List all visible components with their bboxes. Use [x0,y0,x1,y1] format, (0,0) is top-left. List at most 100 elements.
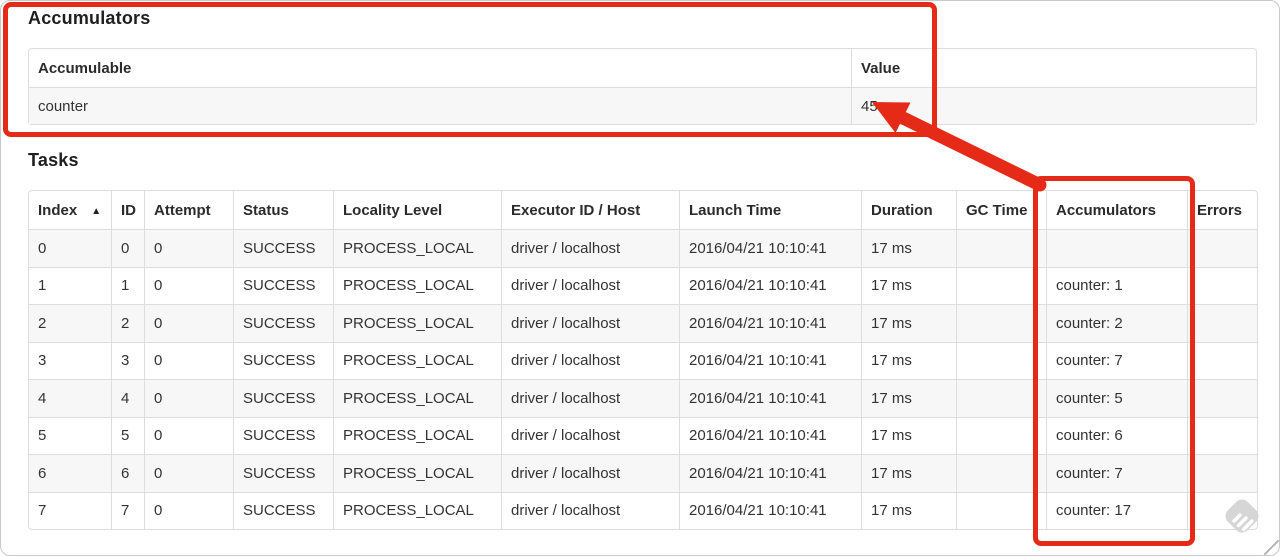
table-cell: 2016/04/21 10:10:41 [679,266,861,304]
table-cell: 0 [144,416,233,454]
table-cell: PROCESS_LOCAL [333,229,501,267]
column-header-gc-time[interactable]: GC Time [956,191,1046,229]
table-header-row: Accumulable Value [29,49,1256,87]
table-cell: 6 [29,454,111,492]
table-cell [956,266,1046,304]
table-cell: 0 [144,304,233,342]
table-cell [956,379,1046,417]
table-cell: 0 [144,266,233,304]
table-cell: PROCESS_LOCAL [333,341,501,379]
table-cell [956,341,1046,379]
table-cell: PROCESS_LOCAL [333,454,501,492]
column-header-accumulable[interactable]: Accumulable [29,49,851,87]
tasks-table: Index ▲ ID Attempt Status Locality Level … [28,190,1258,530]
table-cell: 0 [144,379,233,417]
table-cell: 5 [29,416,111,455]
table-cell: PROCESS_LOCAL [333,491,501,529]
table-cell [1187,491,1257,529]
table-cell [956,416,1046,454]
table-cell: 4 [29,379,111,417]
column-header-label: Duration [871,201,933,219]
table-cell: driver / localhost [501,416,679,454]
table-cell: 2016/04/21 10:10:41 [679,304,861,342]
table-cell: 4 [111,379,144,417]
column-header-id[interactable]: ID [111,191,144,229]
table-cell: PROCESS_LOCAL [333,266,501,304]
table-cell: 45 [851,87,1256,124]
corner-resize-mark-icon [1264,540,1279,555]
table-cell: 2 [111,304,144,342]
table-cell [1187,379,1257,417]
accumulators-summary-table: Accumulable Value counter 45 [28,48,1257,125]
table-cell: 17 ms [861,229,956,267]
table-cell: 1 [29,266,111,305]
table-cell: 0 [144,454,233,492]
table-cell: SUCCESS [233,416,333,454]
table-cell: 3 [29,341,111,380]
column-header-launch-time[interactable]: Launch Time [679,191,861,229]
table-row: counter 45 [29,87,1256,124]
table-cell: SUCCESS [233,304,333,342]
column-header-label: Accumulable [38,59,132,77]
table-cell [1046,229,1187,267]
table-cell: counter: 1 [1046,266,1187,304]
table-cell: 2016/04/21 10:10:41 [679,229,861,267]
table-cell: 6 [111,454,144,492]
table-cell: driver / localhost [501,304,679,342]
column-header-label: Errors [1197,201,1243,219]
table-row: 0 0 0 SUCCESS PROCESS_LOCAL driver / localhos… [29,229,1257,267]
table-cell: driver / localhost [501,379,679,417]
table-cell [1187,304,1257,342]
table-cell [1187,266,1257,304]
table-cell: 17 ms [861,454,956,492]
table-cell: counter: 6 [1046,416,1187,454]
table-cell: PROCESS_LOCAL [333,304,501,342]
column-header-executor-id-host[interactable]: Executor ID / Host [501,191,679,229]
table-cell [956,304,1046,342]
column-header-label: Locality Level [343,201,443,219]
table-cell: SUCCESS [233,379,333,417]
table-cell: 0 [144,341,233,379]
column-header-errors[interactable]: Errors [1187,191,1257,229]
table-row: 5 5 0 SUCCESS PROCESS_LOCAL driver / localhos… [29,416,1257,455]
table-cell [1187,454,1257,492]
table-cell: 17 ms [861,416,956,454]
column-header-duration[interactable]: Duration [861,191,956,229]
column-header-label: Index [38,201,78,219]
column-header-value[interactable]: Value [851,49,1256,87]
table-cell [956,454,1046,492]
table-cell: SUCCESS [233,229,333,267]
table-cell: SUCCESS [233,491,333,529]
table-cell: 17 ms [861,341,956,379]
table-cell: 2016/04/21 10:10:41 [679,416,861,454]
table-cell [956,491,1046,529]
table-cell [1187,341,1257,379]
table-cell: counter: 7 [1046,454,1187,492]
column-header-label: ID [121,201,136,219]
table-cell: 2016/04/21 10:10:41 [679,491,861,529]
table-row: 1 1 0 SUCCESS PROCESS_LOCAL driver / localhos… [29,266,1257,305]
table-row: 2 2 0 SUCCESS PROCESS_LOCAL driver / localhos… [29,304,1257,342]
column-header-label: Executor ID / Host [511,201,641,219]
table-cell: 0 [29,229,111,267]
table-row: 7 7 0 SUCCESS PROCESS_LOCAL driver / localhos… [29,491,1257,529]
column-header-label: Attempt [154,201,211,219]
table-cell: driver / localhost [501,266,679,304]
column-header-index[interactable]: Index ▲ [29,191,111,229]
column-header-status[interactable]: Status [233,191,333,229]
column-header-attempt[interactable]: Attempt [144,191,233,229]
column-header-accumulators[interactable]: Accumulators [1046,191,1187,229]
column-header-locality-level[interactable]: Locality Level [333,191,501,229]
table-cell: 17 ms [861,379,956,417]
table-cell: 2016/04/21 10:10:41 [679,454,861,492]
table-cell: PROCESS_LOCAL [333,379,501,417]
table-cell: 17 ms [861,491,956,529]
table-cell: 2 [29,304,111,342]
tasks-section-title: Tasks [28,150,79,170]
table-cell: 17 ms [861,304,956,342]
table-cell: 0 [144,229,233,267]
table-cell [1187,229,1257,267]
column-header-label: Launch Time [689,201,782,219]
column-header-label: Value [861,59,901,77]
table-header-row: Index ▲ ID Attempt Status Locality Level … [29,191,1257,229]
